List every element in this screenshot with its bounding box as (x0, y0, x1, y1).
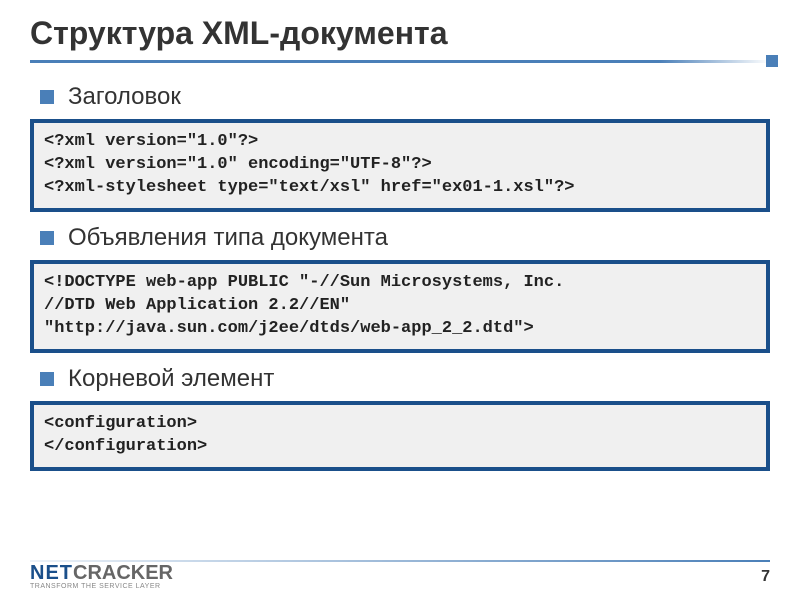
section-label-doctype: Объявления типа документа (40, 224, 770, 252)
title-rule (30, 60, 770, 63)
code-box-header: <?xml version="1.0"?> <?xml version="1.0… (30, 119, 770, 212)
logo-part2: CRACKER (73, 562, 173, 584)
section-label-header: Заголовок (40, 83, 770, 111)
logo-text: NETCRACKER (30, 562, 173, 585)
page-number: 7 (761, 568, 770, 590)
section-text: Корневой элемент (68, 365, 274, 393)
section-label-root: Корневой элемент (40, 365, 770, 393)
slide-title: Структура XML-документа (30, 15, 770, 52)
logo: NETCRACKER TRANSFORM THE SERVICE LAYER (30, 562, 173, 590)
section-text: Объявления типа документа (68, 224, 388, 252)
slide: Структура XML-документа Заголовок <?xml … (0, 0, 800, 600)
section-text: Заголовок (68, 83, 181, 111)
logo-tagline: TRANSFORM THE SERVICE LAYER (30, 583, 173, 590)
footer: NETCRACKER TRANSFORM THE SERVICE LAYER 7 (0, 550, 800, 590)
bullet-icon (40, 372, 54, 386)
logo-part1: NET (30, 562, 73, 584)
code-box-root: <configuration> </configuration> (30, 401, 770, 471)
bullet-icon (40, 90, 54, 104)
rule-dot-icon (766, 55, 778, 67)
code-box-doctype: <!DOCTYPE web-app PUBLIC "-//Sun Microsy… (30, 260, 770, 353)
bullet-icon (40, 231, 54, 245)
